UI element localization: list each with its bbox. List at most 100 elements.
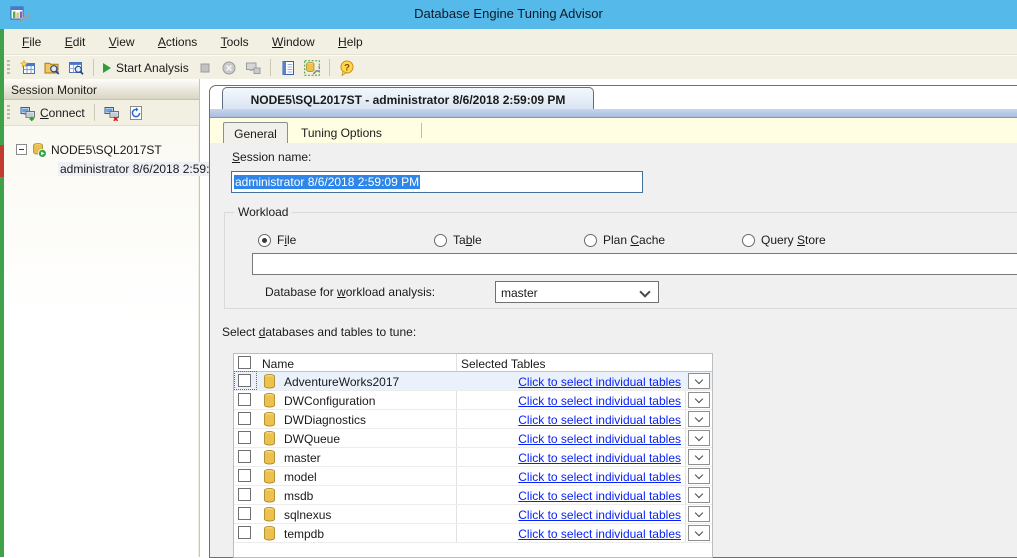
tab-tuning-options[interactable]: Tuning Options	[301, 126, 382, 140]
row-checkbox[interactable]	[238, 412, 251, 425]
row-checkbox[interactable]	[238, 507, 251, 520]
refresh-icon	[128, 105, 144, 121]
database-name: tempdb	[284, 527, 324, 541]
radio-table-label: Table	[453, 233, 482, 247]
chevron-down-icon	[695, 433, 703, 441]
select-tables-link[interactable]: Click to select individual tables	[518, 413, 681, 427]
table-row[interactable]: tempdb Click to select individual tables	[234, 524, 712, 543]
select-all-checkbox[interactable]	[238, 356, 251, 369]
refresh-button[interactable]	[124, 104, 148, 122]
chevron-down-icon	[695, 528, 703, 536]
table-row[interactable]: model Click to select individual tables	[234, 467, 712, 486]
tables-dropdown-button[interactable]	[688, 411, 710, 427]
menu-view[interactable]: View	[99, 29, 145, 55]
table-row[interactable]: master Click to select individual tables	[234, 448, 712, 467]
connect-button[interactable]: Connect	[16, 104, 89, 122]
menu-tools[interactable]: Tools	[211, 29, 259, 55]
table-row[interactable]: DWDiagnostics Click to select individual…	[234, 410, 712, 429]
row-checkbox[interactable]	[238, 526, 251, 539]
database-icon	[263, 393, 276, 408]
server-icon	[31, 142, 47, 158]
table-row[interactable]: sqlnexus Click to select individual tabl…	[234, 505, 712, 524]
tuning-options-icon	[304, 60, 320, 76]
open-workload-file-button[interactable]	[41, 59, 63, 77]
apply-recommendations-button[interactable]	[242, 59, 264, 77]
tuning-options-button[interactable]	[301, 59, 323, 77]
menu-help[interactable]: Help	[328, 29, 373, 55]
radio-workload-query-store[interactable]: Query Store	[742, 233, 826, 247]
menu-actions[interactable]: Actions	[148, 29, 207, 55]
tables-dropdown-button[interactable]	[688, 506, 710, 522]
help-button[interactable]: ?	[336, 59, 358, 77]
select-tables-link[interactable]: Click to select individual tables	[518, 394, 681, 408]
cancel-analysis-button[interactable]	[218, 59, 240, 77]
workload-file-input[interactable]	[252, 253, 1017, 275]
start-analysis-button[interactable]: Start Analysis	[100, 60, 192, 76]
column-header-selected-tables: Selected Tables	[461, 357, 546, 371]
new-session-button[interactable]	[17, 59, 39, 77]
select-tables-link[interactable]: Click to select individual tables	[518, 527, 681, 541]
apply-recommendations-icon	[245, 60, 261, 76]
workload-database-value: master	[501, 286, 538, 300]
radio-icon	[742, 234, 755, 247]
select-tables-link[interactable]: Click to select individual tables	[518, 489, 681, 503]
general-tab-content: Session name: administrator 8/6/2018 2:5…	[210, 143, 1017, 557]
session-name: administrator 8/6/2018 2:59:	[58, 162, 211, 176]
table-search-icon	[68, 60, 84, 76]
radio-workload-file[interactable]: File	[258, 233, 296, 247]
select-tables-link[interactable]: Click to select individual tables	[518, 470, 681, 484]
tables-dropdown-button[interactable]	[688, 487, 710, 503]
start-analysis-label: Start Analysis	[116, 61, 189, 75]
menu-window[interactable]: Window	[262, 29, 325, 55]
menu-bar: File Edit View Actions Tools Window Help	[4, 29, 1017, 55]
radio-icon	[434, 234, 447, 247]
row-checkbox[interactable]	[238, 469, 251, 482]
row-checkbox[interactable]	[238, 431, 251, 444]
disconnect-button[interactable]	[100, 104, 124, 122]
tables-dropdown-button[interactable]	[688, 373, 710, 389]
session-monitor-toolbar: Connect	[4, 100, 199, 126]
select-tables-link[interactable]: Click to select individual tables	[518, 432, 681, 446]
table-row[interactable]: msdb Click to select individual tables	[234, 486, 712, 505]
select-tables-link[interactable]: Click to select individual tables	[518, 451, 681, 465]
table-row[interactable]: DWConfiguration Click to select individu…	[234, 391, 712, 410]
stop-icon	[197, 60, 213, 76]
select-tables-link[interactable]: Click to select individual tables	[518, 375, 681, 389]
toolbar-separator	[270, 59, 271, 76]
menu-edit[interactable]: Edit	[55, 29, 96, 55]
row-checkbox[interactable]	[238, 450, 251, 463]
stop-analysis-button[interactable]	[194, 59, 216, 77]
workload-database-dropdown[interactable]: master	[495, 281, 659, 303]
session-name-input[interactable]: administrator 8/6/2018 2:59:09 PM	[231, 171, 643, 193]
preview-report-button[interactable]	[277, 59, 299, 77]
session-tree: NODE5\SQL2017ST administrator 8/6/2018 2…	[4, 126, 198, 557]
tree-item-session[interactable]: administrator 8/6/2018 2:59:	[4, 159, 198, 178]
tables-dropdown-button[interactable]	[688, 525, 710, 541]
cancel-icon	[221, 60, 237, 76]
tables-dropdown-button[interactable]	[688, 430, 710, 446]
select-tables-link[interactable]: Click to select individual tables	[518, 508, 681, 522]
row-checkbox[interactable]	[238, 393, 251, 406]
tables-dropdown-button[interactable]	[688, 392, 710, 408]
tree-collapse-icon[interactable]	[16, 144, 27, 155]
menu-file[interactable]: File	[12, 29, 51, 55]
open-workload-table-button[interactable]	[65, 59, 87, 77]
workload-group-label: Workload	[234, 205, 292, 219]
tree-item-server[interactable]: NODE5\SQL2017ST	[4, 140, 198, 159]
table-row[interactable]: DWQueue Click to select individual table…	[234, 429, 712, 448]
row-checkbox[interactable]	[238, 374, 251, 387]
row-checkbox[interactable]	[238, 488, 251, 501]
radio-workload-plan-cache[interactable]: Plan Cache	[584, 233, 665, 247]
tab-general[interactable]: General	[223, 122, 288, 143]
select-databases-label: Select databases and tables to tune:	[222, 325, 416, 339]
new-session-icon	[20, 60, 36, 76]
tables-dropdown-button[interactable]	[688, 449, 710, 465]
radio-workload-table[interactable]: Table	[434, 233, 482, 247]
document-tab[interactable]: NODE5\SQL2017ST - administrator 8/6/2018…	[222, 87, 594, 109]
database-icon	[263, 507, 276, 522]
help-icon: ?	[339, 60, 355, 76]
database-name: msdb	[284, 489, 313, 503]
table-row[interactable]: AdventureWorks2017 Click to select indiv…	[234, 372, 712, 391]
session-name-label: Session name:	[232, 150, 311, 164]
tables-dropdown-button[interactable]	[688, 468, 710, 484]
